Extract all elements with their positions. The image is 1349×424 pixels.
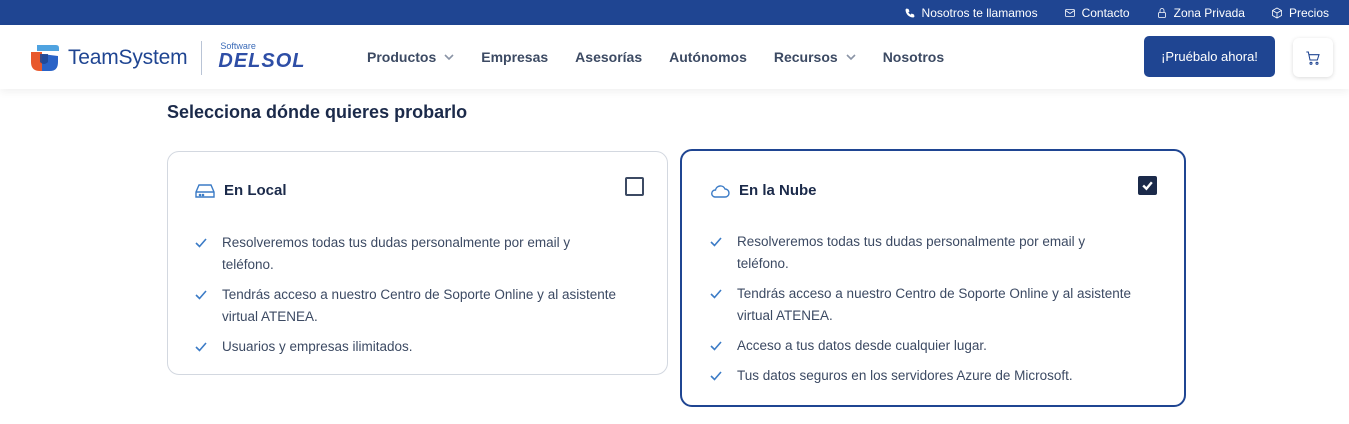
nav-item-label: Autónomos bbox=[669, 49, 747, 65]
nav-item-autonomos[interactable]: Autónomos bbox=[669, 49, 747, 65]
delsol-wordmark: DELSOL bbox=[218, 50, 306, 72]
nav-item-label: Empresas bbox=[481, 49, 549, 65]
page-title: Selecciona dónde quieres probarlo bbox=[167, 102, 468, 122]
main-header: TeamSystem Software DELSOL Productos Emp… bbox=[0, 25, 1349, 89]
feature-text: Acceso a tus datos desde cualquier lugar… bbox=[737, 338, 987, 353]
nav-item-empresas[interactable]: Empresas bbox=[481, 49, 548, 65]
option-title: En la Nube bbox=[739, 182, 817, 199]
hard-drive-icon bbox=[195, 183, 215, 198]
delsol-logo: Software DELSOL bbox=[218, 41, 318, 75]
nav-item-label: Recursos bbox=[773, 49, 838, 65]
feature-text: Resolveremos todas tus dudas personalmen… bbox=[222, 235, 571, 272]
feature-text: Tus datos seguros en los servidores Azur… bbox=[737, 368, 1073, 383]
option-checkbox-cloud[interactable] bbox=[1138, 176, 1157, 195]
chevron-down-icon bbox=[846, 54, 856, 61]
nav-item-recursos[interactable]: Recursos bbox=[774, 49, 856, 65]
top-utility-bar: Nosotros te llamamos Contacto Zona Priva… bbox=[0, 0, 1349, 25]
call-me-label: Nosotros te llamamos bbox=[921, 5, 1038, 20]
nav-item-label: Asesorías bbox=[575, 49, 643, 65]
check-icon bbox=[710, 371, 722, 381]
cart-button[interactable] bbox=[1293, 38, 1333, 77]
contact-link[interactable]: Contacto bbox=[1064, 6, 1130, 20]
list-item: Tendrás acceso a nuestro Centro de Sopor… bbox=[710, 283, 1140, 327]
try-now-button[interactable]: ¡Pruébalo ahora! bbox=[1144, 36, 1275, 77]
feature-list: Resolveremos todas tus dudas personalmen… bbox=[710, 231, 1140, 395]
prices-link[interactable]: Precios bbox=[1271, 6, 1329, 20]
check-icon bbox=[195, 342, 207, 352]
contact-label: Contacto bbox=[1081, 5, 1130, 20]
main-nav: Productos Empresas Asesorías Autónomos R… bbox=[367, 25, 971, 89]
nav-item-label: Nosotros bbox=[882, 49, 945, 65]
private-zone-label: Zona Privada bbox=[1173, 5, 1245, 20]
check-icon bbox=[710, 289, 722, 299]
box-icon bbox=[1272, 7, 1282, 18]
lock-icon bbox=[1157, 7, 1166, 18]
option-card-cloud[interactable]: En la Nube Resolveremos todas tus dudas … bbox=[680, 149, 1186, 407]
list-item: Resolveremos todas tus dudas personalmen… bbox=[710, 231, 1140, 275]
option-card-local[interactable]: En Local Resolveremos todas tus dudas pe… bbox=[167, 151, 668, 375]
list-item: Tus datos seguros en los servidores Azur… bbox=[710, 365, 1140, 387]
feature-text: Usuarios y empresas ilimitados. bbox=[222, 339, 413, 354]
private-zone-link[interactable]: Zona Privada bbox=[1156, 6, 1245, 20]
chevron-down-icon bbox=[444, 54, 454, 61]
cart-icon bbox=[1306, 50, 1320, 65]
option-checkbox-local[interactable] bbox=[625, 177, 644, 196]
home-logo-link[interactable]: TeamSystem Software DELSOL bbox=[28, 41, 318, 75]
check-icon bbox=[710, 341, 722, 351]
feature-text: Tendrás acceso a nuestro Centro de Sopor… bbox=[222, 287, 616, 324]
logo-text: TeamSystem bbox=[68, 46, 188, 69]
option-header: En la Nube bbox=[710, 182, 817, 199]
list-item: Resolveremos todas tus dudas personalmen… bbox=[195, 232, 625, 276]
list-item: Acceso a tus datos desde cualquier lugar… bbox=[710, 335, 1140, 357]
cloud-icon bbox=[711, 184, 730, 198]
feature-list: Resolveremos todas tus dudas personalmen… bbox=[195, 232, 625, 366]
prices-label: Precios bbox=[1288, 5, 1329, 20]
nav-item-asesorias[interactable]: Asesorías bbox=[575, 49, 642, 65]
check-icon bbox=[195, 238, 207, 248]
call-me-link[interactable]: Nosotros te llamamos bbox=[904, 6, 1038, 20]
mail-icon bbox=[1064, 8, 1075, 17]
check-icon bbox=[1142, 181, 1153, 191]
nav-item-label: Productos bbox=[367, 49, 437, 65]
nav-item-productos[interactable]: Productos bbox=[367, 49, 454, 65]
teamsystem-logo-icon bbox=[28, 42, 62, 74]
list-item: Tendrás acceso a nuestro Centro de Sopor… bbox=[195, 284, 625, 328]
nav-item-nosotros[interactable]: Nosotros bbox=[883, 49, 944, 65]
option-title: En Local bbox=[224, 182, 287, 199]
check-icon bbox=[710, 237, 722, 247]
check-icon bbox=[195, 290, 207, 300]
logo-divider bbox=[201, 41, 203, 75]
feature-text: Tendrás acceso a nuestro Centro de Sopor… bbox=[737, 286, 1131, 323]
feature-text: Resolveremos todas tus dudas personalmen… bbox=[737, 234, 1086, 271]
option-header: En Local bbox=[195, 182, 287, 199]
phone-icon bbox=[905, 8, 915, 17]
list-item: Usuarios y empresas ilimitados. bbox=[195, 336, 625, 358]
